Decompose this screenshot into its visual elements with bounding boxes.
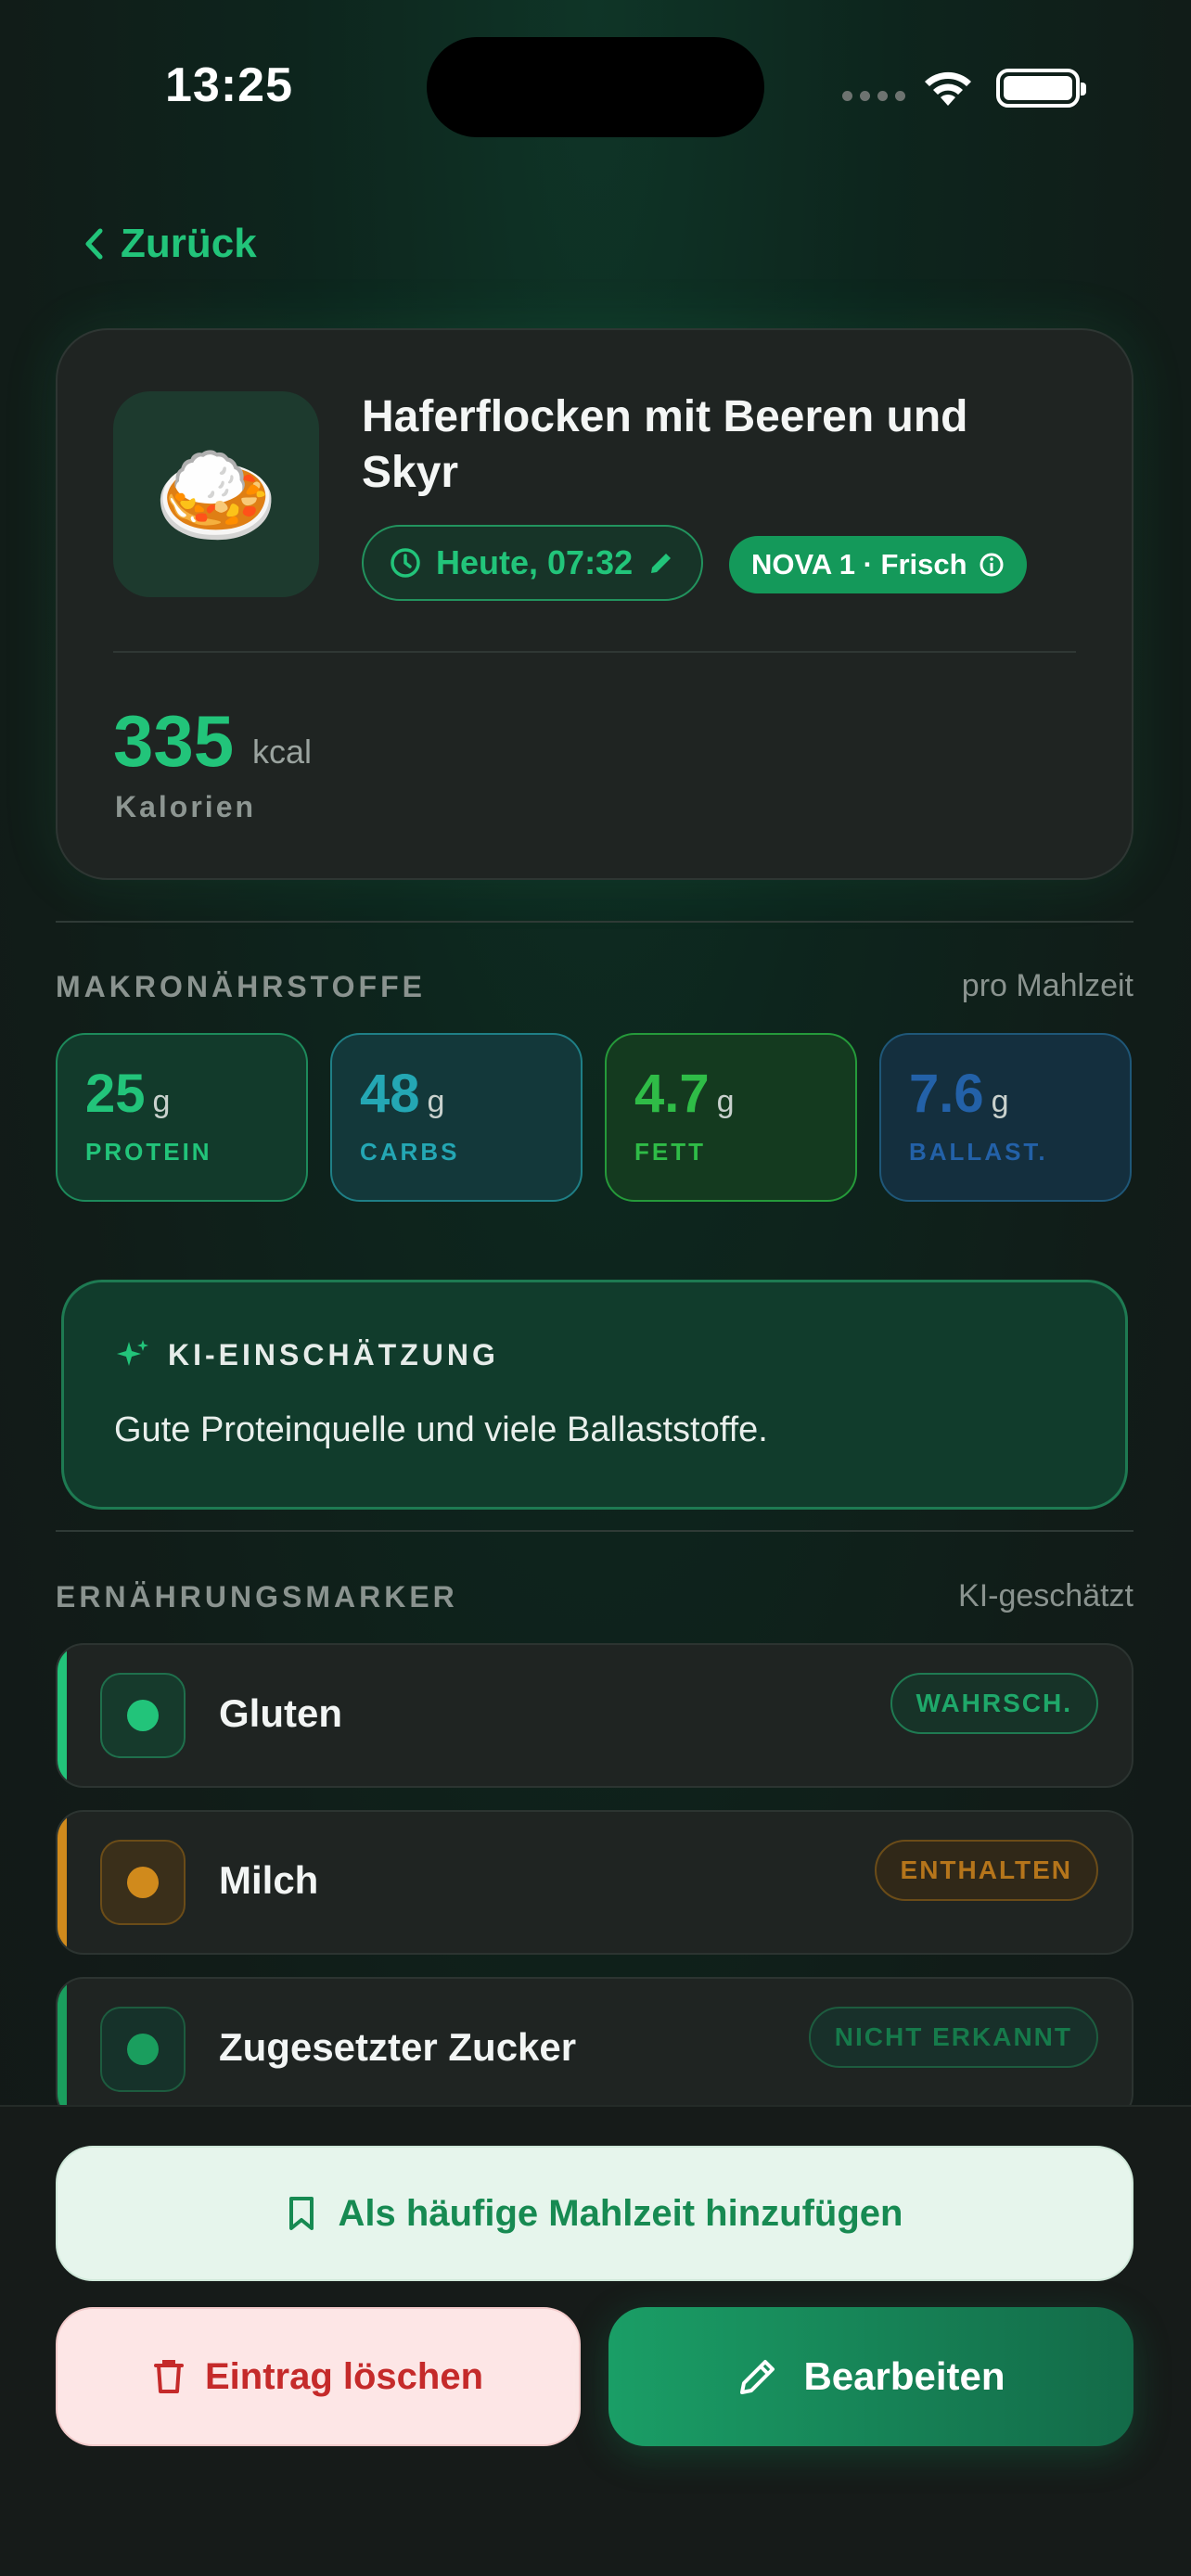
marker-row-milk[interactable]: Milch ENTHALTEN — [56, 1810, 1133, 1955]
macro-unit: g — [152, 1084, 171, 1119]
sparkles-icon — [117, 1340, 148, 1366]
marker-row-added-sugar[interactable]: Zugesetzter Zucker NICHT ERKANNT — [56, 1977, 1133, 2122]
card-divider — [113, 651, 1076, 653]
marker-status-icon — [100, 1673, 186, 1758]
marker-name: Milch — [219, 1858, 319, 1902]
info-icon — [980, 553, 1004, 577]
wifi-icon — [925, 71, 971, 106]
edit-label: Bearbeiten — [803, 2354, 1005, 2398]
meal-summary-card: 🍛 Haferflocken mit Beeren und Skyr Heute… — [56, 328, 1133, 880]
marker-status-icon — [100, 1840, 186, 1925]
macro-value: 4.7 — [634, 1064, 710, 1124]
meal-time-label: Heute, 07:32 — [436, 543, 634, 581]
calories-unit: kcal — [252, 733, 313, 771]
chevron-left-icon — [85, 228, 103, 260]
meal-title: Haferflocken mit Beeren und Skyr — [362, 392, 968, 497]
dynamic-island — [427, 37, 764, 137]
markers-title: ERNÄHRUNGSMARKER — [56, 1580, 458, 1613]
macro-label: PROTEIN — [85, 1138, 212, 1166]
marker-badge: WAHRSCH. — [890, 1673, 1098, 1734]
nova-label: NOVA 1 · Frisch — [751, 548, 967, 580]
add-favorite-label: Als häufige Mahlzeit hinzufügen — [338, 2192, 903, 2234]
calories-value: 335 — [113, 700, 235, 782]
trash-icon — [153, 2360, 184, 2393]
macro-label: CARBS — [360, 1138, 460, 1166]
macro-card-fiber: 7.6 g BALLAST. — [879, 1033, 1132, 1202]
section-divider — [56, 1530, 1133, 1532]
status-bar: 13:25 — [0, 0, 1191, 176]
macro-card-fat: 4.7 g FETT — [605, 1033, 857, 1202]
marker-name: Zugesetzter Zucker — [219, 2025, 577, 2069]
macro-card-carbs: 48 g CARBS — [330, 1033, 583, 1202]
ai-text: Gute Proteinquelle und viele Ballaststof… — [114, 1410, 768, 1449]
nova-badge[interactable]: NOVA 1 · Frisch — [729, 536, 1027, 593]
marker-row-gluten[interactable]: Gluten WAHRSCH. — [56, 1643, 1133, 1788]
marker-accent — [58, 1812, 67, 1953]
macro-label: BALLAST. — [909, 1138, 1048, 1166]
marker-status-icon — [100, 2007, 186, 2092]
macro-unit: g — [427, 1084, 445, 1119]
delete-entry-button[interactable]: Eintrag löschen — [56, 2307, 581, 2446]
macro-value: 7.6 — [909, 1064, 984, 1124]
macros-title: MAKRONÄHRSTOFFE — [56, 970, 426, 1003]
macro-value: 25 — [85, 1064, 146, 1124]
signal-icon — [842, 91, 905, 101]
marker-accent — [58, 1645, 67, 1786]
ai-assessment-card: KI-EINSCHÄTZUNG Gute Proteinquelle und v… — [61, 1280, 1128, 1510]
marker-name: Gluten — [219, 1691, 342, 1735]
pencil-icon — [740, 2360, 775, 2394]
action-panel: Als häufige Mahlzeit hinzufügen Eintrag … — [0, 2105, 1191, 2576]
status-time: 13:25 — [165, 58, 293, 112]
calories-label: Kalorien — [115, 790, 257, 823]
add-favorite-meal-button[interactable]: Als häufige Mahlzeit hinzufügen — [56, 2146, 1133, 2281]
macro-card-protein: 25 g PROTEIN — [56, 1033, 308, 1202]
delete-label: Eintrag löschen — [204, 2355, 484, 2397]
macro-value: 48 — [360, 1064, 420, 1124]
macro-label: FETT — [634, 1138, 706, 1166]
macro-unit: g — [991, 1084, 1009, 1119]
edit-button[interactable]: Bearbeiten — [608, 2307, 1133, 2446]
meal-time-pill[interactable]: Heute, 07:32 — [362, 525, 704, 601]
markers-meta: KI-geschätzt — [958, 1578, 1133, 1613]
meal-image: 🍛 — [113, 391, 319, 597]
back-button[interactable]: Zurück — [83, 221, 257, 267]
bookmark-icon — [288, 2197, 314, 2230]
section-divider — [56, 921, 1133, 923]
ai-title: KI-EINSCHÄTZUNG — [168, 1337, 499, 1371]
back-label: Zurück — [121, 221, 257, 266]
pencil-icon — [651, 554, 672, 573]
clock-icon — [391, 548, 420, 578]
marker-badge: ENTHALTEN — [874, 1840, 1098, 1901]
battery-icon — [996, 69, 1086, 108]
marker-accent — [58, 1979, 67, 2120]
marker-badge: NICHT ERKANNT — [808, 2007, 1098, 2068]
macros-meta: pro Mahlzeit — [961, 968, 1133, 1003]
macro-unit: g — [716, 1084, 735, 1119]
